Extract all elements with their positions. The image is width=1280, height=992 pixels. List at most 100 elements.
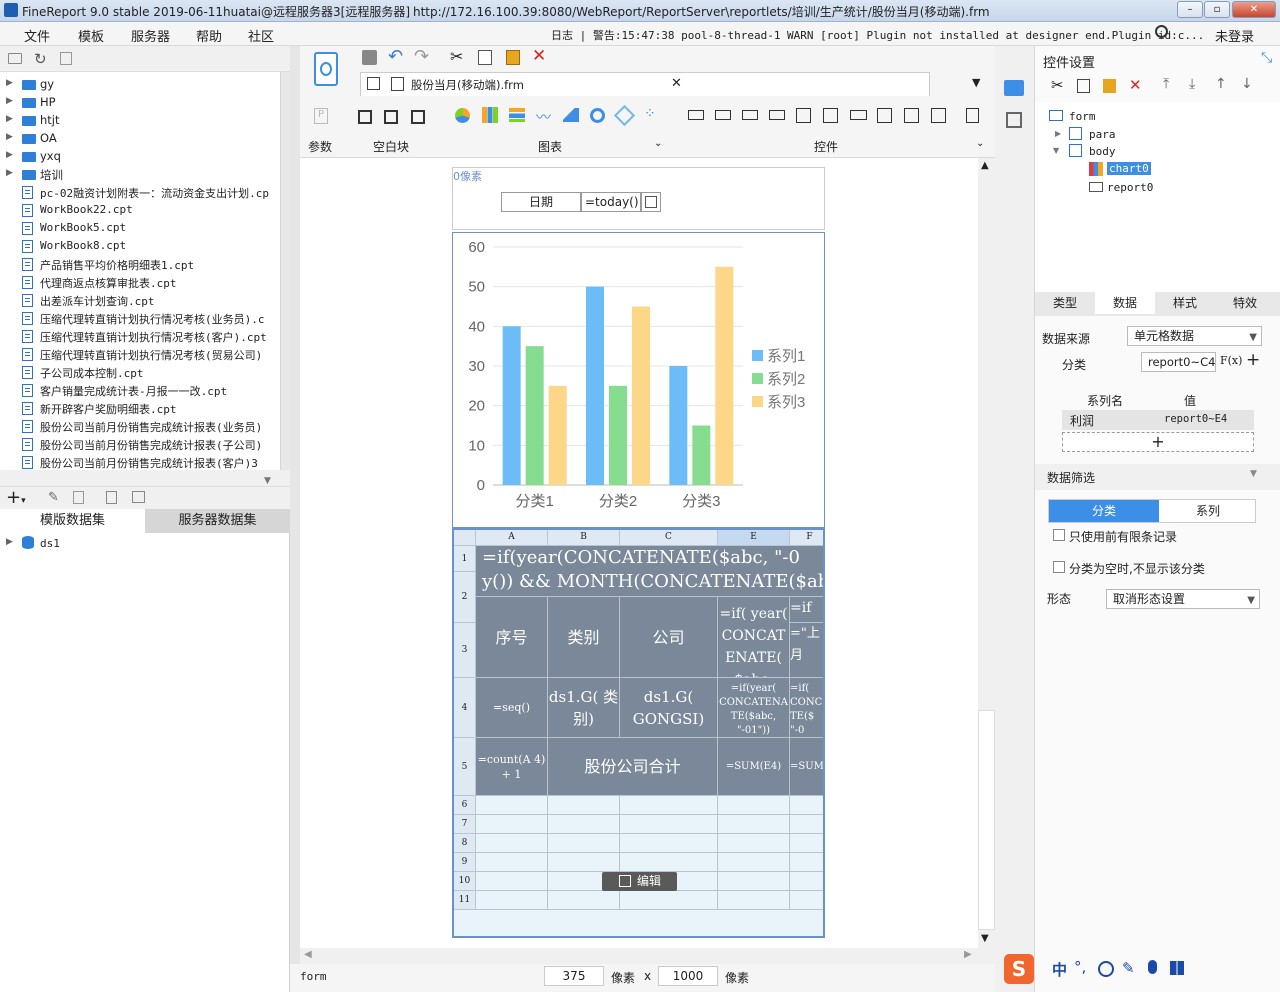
title-formula-cell[interactable]: =if(year(CONCATENATE($abc, "-0 y()) && M… <box>476 546 823 597</box>
empty-cell[interactable] <box>620 853 718 872</box>
combo-widget-icon[interactable] <box>769 110 785 120</box>
log-label[interactable]: 日志 <box>551 29 573 42</box>
tree-report0[interactable]: report0 <box>1107 181 1153 194</box>
minimize-button[interactable]: – <box>1177 1 1203 18</box>
cut-icon[interactable]: ✂ <box>450 47 463 66</box>
table-widget-icon[interactable] <box>823 108 838 123</box>
height-input[interactable]: 1000 <box>658 966 718 986</box>
row-header[interactable]: 3 <box>454 623 476 678</box>
empty-cell[interactable] <box>790 853 823 872</box>
search-icon[interactable] <box>1155 25 1168 38</box>
template-tab[interactable]: 股份当月(移动端).frm ✕ <box>360 72 930 96</box>
radar-chart-icon[interactable] <box>613 104 636 127</box>
add-dataset-button[interactable]: +▾ <box>6 487 26 508</box>
panel-divider[interactable] <box>290 46 300 992</box>
column-header[interactable]: C <box>620 530 718 546</box>
date-label[interactable]: 日期 <box>501 192 581 212</box>
delete-widget-icon[interactable]: ✕ <box>532 46 546 66</box>
remove-widget-icon[interactable]: ✕ <box>1129 76 1142 94</box>
width-input[interactable]: 375 <box>544 966 604 986</box>
tree-body[interactable]: body <box>1089 145 1116 158</box>
empty-cell[interactable] <box>548 815 620 834</box>
column-header[interactable]: E <box>718 530 790 546</box>
canvas-horizontal-scrollbar[interactable]: ◀ ▶ <box>300 948 978 964</box>
filter-tab-category[interactable]: 分类 <box>1049 500 1159 522</box>
close-tab-icon[interactable]: ✕ <box>671 76 682 91</box>
tab-data[interactable]: 数据 <box>1095 292 1155 314</box>
row-header[interactable]: 5 <box>454 738 476 796</box>
textarea-widget-icon[interactable] <box>877 108 892 123</box>
expand-arrow-icon[interactable]: ▶ <box>6 96 13 106</box>
tree-item[interactable]: 压缩代理转直销计划执行情况考核(贸易公司) <box>0 346 280 364</box>
cell-e2-formula[interactable]: =if( year( CONCAT ENATE( $abc. <box>718 597 790 678</box>
edit-button[interactable]: 编辑 <box>602 872 677 891</box>
tree-item[interactable]: WorkBook8.cpt <box>0 238 280 256</box>
dataset-config-icon[interactable] <box>132 491 145 503</box>
tree-item[interactable]: 产品销售平均价格明细表1.cpt <box>0 256 280 274</box>
body-expand-icon[interactable]: ▼ <box>1053 146 1059 155</box>
expand-arrow-icon[interactable]: ▶ <box>6 537 13 547</box>
widget-expand-icon[interactable]: ⌄ <box>976 138 984 149</box>
radio-widget-icon[interactable] <box>904 108 919 123</box>
paste-widget-icon[interactable] <box>1103 79 1116 93</box>
cell-e4[interactable]: =if(year( CONCATENA TE($abc, "-01")) <box>718 678 790 738</box>
cell-seq-header[interactable]: 序号 <box>476 597 548 678</box>
component-library-icon[interactable] <box>1006 112 1022 128</box>
expand-arrow-icon[interactable]: ▶ <box>6 114 13 124</box>
ime-voice-icon[interactable] <box>1148 960 1157 974</box>
move-top-icon[interactable]: ⤒ <box>1163 76 1169 92</box>
save-icon[interactable] <box>362 50 377 65</box>
move-up-icon[interactable]: ↑ <box>1215 76 1227 92</box>
cell-company-header[interactable]: 公司 <box>620 597 718 678</box>
filter-section[interactable]: 数据筛选 ▼ <box>1035 464 1280 490</box>
tree-item[interactable]: WorkBook22.cpt <box>0 202 280 220</box>
label-widget-icon[interactable] <box>688 110 704 120</box>
empty-cell[interactable] <box>718 834 790 853</box>
menu-server[interactable]: 服务器 <box>131 26 170 45</box>
expand-arrow-icon[interactable]: ▶ <box>6 168 13 178</box>
tree-item[interactable]: 压缩代理转直销计划执行情况考核(业务员).c <box>0 310 280 328</box>
widget-settings-icon[interactable] <box>1004 80 1024 96</box>
tree-item[interactable]: 股份公司当前月份销售完成统计报表(业务员) <box>0 418 280 436</box>
cell-a4[interactable]: =seq() <box>476 678 548 738</box>
paste-icon[interactable] <box>506 50 520 65</box>
row-header[interactable]: 2 <box>454 572 476 623</box>
empty-cell[interactable] <box>790 834 823 853</box>
scatter-chart-icon[interactable]: ⁘ <box>644 106 656 122</box>
tree-item[interactable]: ▶ HP <box>0 94 280 112</box>
empty-cell[interactable] <box>718 796 790 815</box>
cell-f2-formula[interactable]: =if ab <box>790 597 823 623</box>
undo-icon[interactable]: ↶ <box>388 46 403 67</box>
empty-cell[interactable] <box>476 891 548 910</box>
para-pane[interactable]: 0像素 日期 =today() <box>452 167 825 230</box>
tab-style[interactable]: 样式 <box>1155 292 1215 314</box>
delete-icon[interactable] <box>60 52 72 65</box>
move-bottom-icon[interactable]: ⤓ <box>1189 76 1195 92</box>
dataset-item[interactable]: ds1 <box>40 537 60 550</box>
preview-icon[interactable] <box>106 491 117 504</box>
delete-dataset-icon[interactable] <box>73 491 84 504</box>
cut-widget-icon[interactable]: ✂ <box>1051 76 1064 94</box>
sogou-icon[interactable]: S <box>1004 954 1034 984</box>
expand-arrow-icon[interactable]: ▶ <box>6 78 13 88</box>
date-widget-icon[interactable] <box>796 108 811 123</box>
edit-icon[interactable]: ✎ <box>48 490 59 505</box>
empty-cell[interactable] <box>718 891 790 910</box>
refresh-icon[interactable]: ↻ <box>34 50 47 68</box>
shape-select[interactable]: 取消形态设置 ▼ <box>1106 589 1260 609</box>
expand-arrow-icon[interactable]: ▶ <box>6 150 13 160</box>
column-header[interactable]: B <box>548 530 620 546</box>
para-expand-icon[interactable]: ▶ <box>1055 129 1061 138</box>
tab-type[interactable]: 类型 <box>1035 292 1095 314</box>
copy-widget-icon[interactable] <box>1077 79 1090 93</box>
tree-item[interactable]: 客户销量完成统计表-月报一一改.cpt <box>0 382 280 400</box>
mobile-layout-button[interactable] <box>314 52 338 86</box>
chart-widget[interactable]: 0 10 20 30 40 50 60 分类1 分类2 分类3 系列1 系列2 系列3 <box>452 232 825 528</box>
empty-cell[interactable] <box>620 834 718 853</box>
open-folder-icon[interactable] <box>8 53 22 64</box>
category-field[interactable]: report0~C4 <box>1141 352 1216 372</box>
pie-chart-icon[interactable] <box>455 108 470 123</box>
copy-icon[interactable] <box>478 50 492 65</box>
login-link[interactable]: 未登录 <box>1215 26 1254 45</box>
tree-item[interactable]: 出差派车计划查询.cpt <box>0 292 280 310</box>
